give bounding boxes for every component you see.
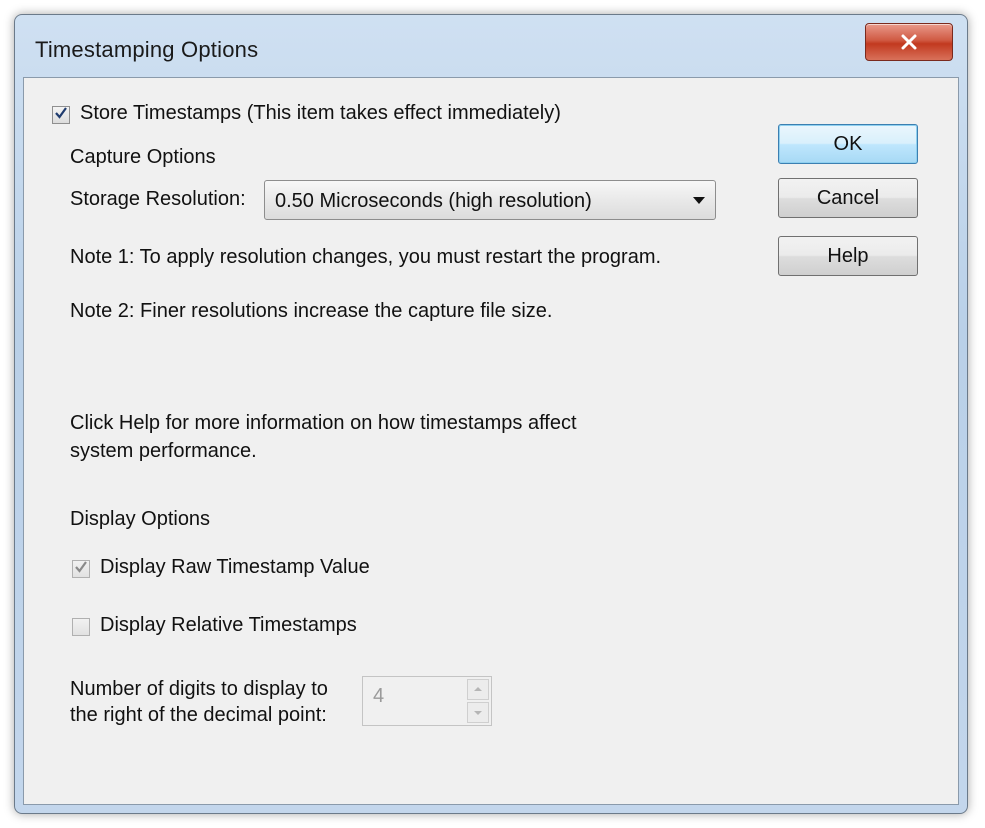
help-text-line-1: Click Help for more information on how t…	[70, 412, 577, 434]
capture-options-heading: Capture Options	[70, 146, 216, 168]
close-icon	[900, 34, 918, 50]
ok-button[interactable]: OK	[778, 124, 918, 164]
note-2: Note 2: Finer resolutions increase the c…	[70, 300, 553, 322]
checkmark-icon	[74, 560, 88, 579]
store-timestamps-label[interactable]: Store Timestamps (This item takes effect…	[80, 102, 561, 125]
dialog-client-area: Store Timestamps (This item takes effect…	[23, 77, 959, 805]
digits-label-line-2: the right of the decimal point:	[70, 704, 327, 726]
close-button[interactable]	[865, 23, 953, 61]
digits-spinner[interactable]: 4	[362, 676, 492, 726]
storage-resolution-value: 0.50 Microseconds (high resolution)	[275, 190, 592, 212]
title-bar[interactable]: Timestamping Options	[15, 15, 967, 77]
display-relative-timestamps-label[interactable]: Display Relative Timestamps	[100, 614, 357, 637]
checkmark-icon	[54, 106, 68, 125]
display-options-heading: Display Options	[70, 508, 211, 530]
display-raw-timestamp-checkbox[interactable]	[72, 560, 90, 578]
dialog-title: Timestamping Options	[35, 37, 259, 62]
digits-label-line-1: Number of digits to display to	[70, 678, 328, 700]
storage-resolution-select[interactable]: 0.50 Microseconds (high resolution)	[264, 180, 716, 220]
spinner-up-icon[interactable]	[467, 679, 489, 700]
dialog-window: Timestamping Options Store Timestamps (T…	[14, 14, 968, 814]
store-timestamps-checkbox[interactable]	[52, 106, 70, 124]
note-1: Note 1: To apply resolution changes, you…	[70, 246, 662, 268]
help-text-line-2: system performance.	[70, 440, 257, 462]
display-relative-timestamps-checkbox[interactable]	[72, 618, 90, 636]
dropdown-arrow-icon	[693, 197, 705, 204]
display-raw-timestamp-label[interactable]: Display Raw Timestamp Value	[100, 556, 370, 579]
digits-value: 4	[373, 685, 385, 707]
help-button[interactable]: Help	[778, 236, 918, 276]
spinner-down-icon[interactable]	[467, 702, 489, 723]
cancel-button[interactable]: Cancel	[778, 178, 918, 218]
storage-resolution-label: Storage Resolution:	[70, 188, 246, 210]
